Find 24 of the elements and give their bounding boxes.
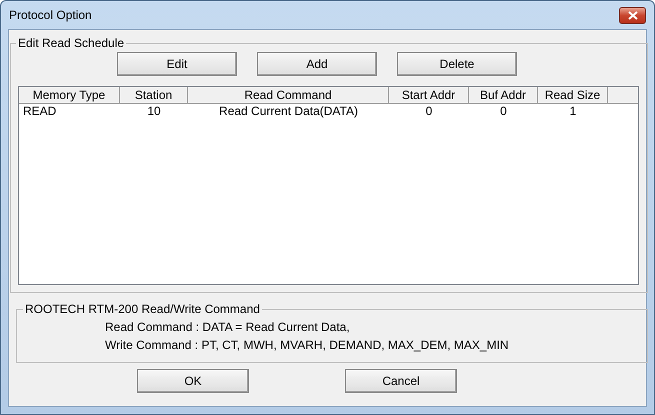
close-button[interactable] [619,6,646,24]
action-button[interactable]: Delete [397,52,517,76]
command-text: Write Command : PT, CT, MWH, MVARH, DEMAND, MAX_DEM, MAX_MIN [105,337,510,354]
column-header[interactable]: Buf Addr [469,87,538,103]
table-cell-text: Read Current Data(DATA) [218,104,359,118]
group-title: ROOTECH RTM-200 Read/Write Command [24,302,261,316]
dialog-button[interactable]: Cancel [345,369,457,393]
column-header[interactable]: Station [120,87,188,103]
table-cell-text: READ [22,104,58,118]
window-title: Protocol Option [8,8,92,22]
group-title: Edit Read Schedule [17,36,126,50]
column-header[interactable]: Start Addr [389,87,469,103]
action-button[interactable]: Edit [117,52,237,76]
table-cell-text: 10 [146,104,162,118]
close-icon [628,10,638,20]
table-cell-text: 1 [568,104,578,118]
table-cell-text: 0 [499,104,508,118]
table-cell-text: 0 [424,104,434,118]
command-text: Read Command : DATA = Read Current Data, [105,319,351,336]
column-header[interactable]: Read Size [538,87,608,103]
column-header[interactable]: Read Command [188,87,389,103]
dialog-button[interactable]: OK [137,369,249,393]
action-button[interactable]: Add [257,52,377,76]
column-header[interactable]: Memory Type [19,87,120,103]
